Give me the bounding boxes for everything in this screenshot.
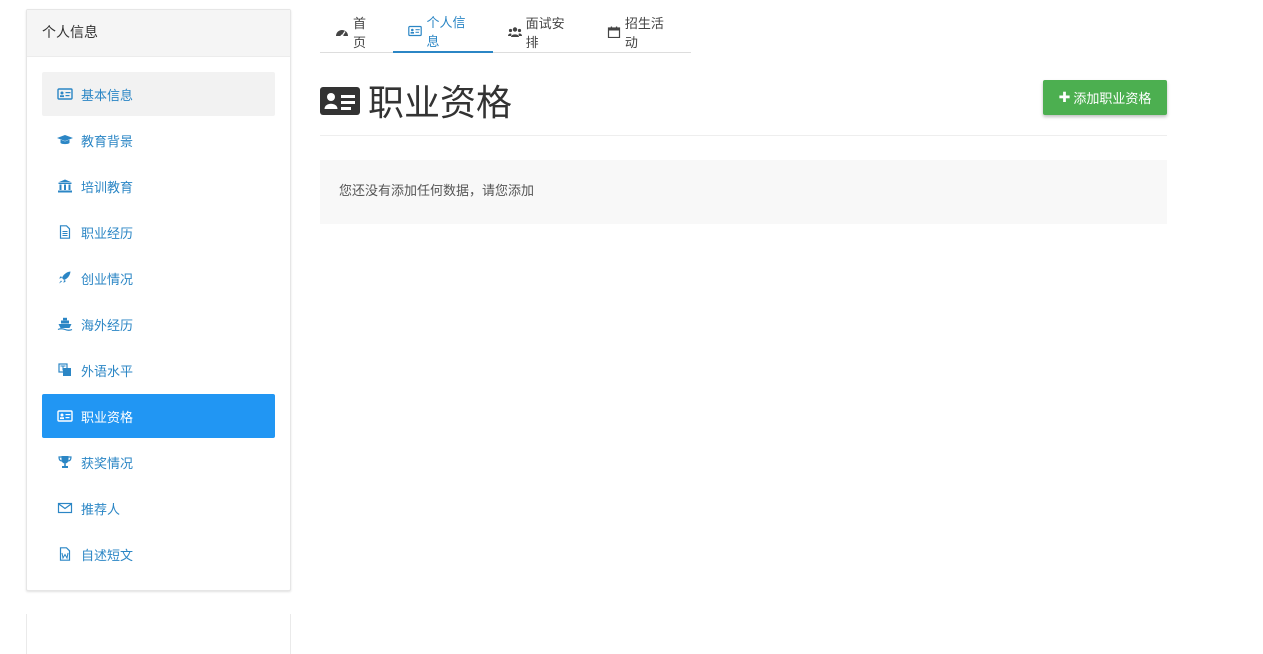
sidebar-item-language[interactable]: 外语水平: [42, 348, 275, 392]
sidebar-item-label: 获奖情况: [81, 456, 134, 472]
tab-personal-info[interactable]: 个人信息: [393, 10, 493, 53]
tab-label: 个人信息: [426, 15, 466, 50]
sidebar-item-label: 创业情况: [81, 272, 134, 288]
sidebar-item-label: 自述短文: [81, 548, 134, 564]
institution-icon: [57, 179, 73, 193]
graduation-cap-icon: [57, 133, 73, 147]
tab-interview[interactable]: 面试安排: [493, 10, 592, 53]
tab-label: 首页: [353, 16, 367, 51]
sidebar-secondary-panel: [26, 614, 291, 654]
id-card-icon: [57, 409, 73, 423]
id-card-icon: [408, 25, 423, 37]
sidebar-item-training[interactable]: 培训教育: [42, 164, 275, 208]
id-card-icon: [320, 84, 360, 116]
top-nav-tabs: 首页 个人信息 面试安排 招生活动: [320, 10, 691, 53]
sidebar-item-label: 培训教育: [81, 180, 134, 196]
sidebar-item-label: 推荐人: [81, 502, 121, 518]
page-header: 职业资格 ✚ 添加职业资格: [320, 72, 1167, 136]
sidebar-item-qualification[interactable]: 职业资格: [42, 394, 275, 438]
id-card-icon: [57, 87, 73, 101]
sidebar-item-startup[interactable]: 创业情况: [42, 256, 275, 300]
sidebar-item-label: 教育背景: [81, 134, 134, 150]
sidebar-item-basic-info[interactable]: 基本信息: [42, 72, 275, 116]
dashboard-icon: [335, 26, 349, 38]
rocket-icon: [57, 271, 73, 285]
add-button-label: 添加职业资格: [1073, 92, 1152, 107]
file-text-icon: [57, 225, 73, 239]
sidebar-menu: 基本信息 教育背景 培训教育 职业经历 创业情况 海外经历 外语水平 职业资格 …: [27, 57, 290, 576]
ship-icon: [57, 317, 73, 331]
page-title: 职业资格: [320, 74, 512, 126]
page-title-text: 职业资格: [368, 83, 513, 124]
sidebar: 个人信息 基本信息 教育背景 培训教育 职业经历 创业情况 海外经历 外语水平 …: [26, 9, 291, 591]
users-icon: [507, 26, 522, 38]
calendar-icon: [607, 26, 621, 38]
tab-home[interactable]: 首页: [320, 10, 393, 53]
sidebar-item-label: 海外经历: [81, 318, 134, 334]
envelope-icon: [57, 501, 73, 515]
tab-events[interactable]: 招生活动: [592, 10, 691, 53]
sidebar-item-referee[interactable]: 推荐人: [42, 486, 275, 530]
sidebar-header: 个人信息: [27, 10, 290, 57]
tab-label: 招生活动: [624, 16, 664, 51]
sidebar-item-education[interactable]: 教育背景: [42, 118, 275, 162]
language-icon: [57, 363, 73, 377]
sidebar-item-statement[interactable]: 自述短文: [42, 532, 275, 576]
add-qualification-button[interactable]: ✚ 添加职业资格: [1043, 80, 1167, 115]
empty-state-message: 您还没有添加任何数据，请您添加: [320, 160, 1167, 224]
sidebar-item-career[interactable]: 职业经历: [42, 210, 275, 254]
trophy-icon: [57, 455, 73, 469]
sidebar-item-label: 基本信息: [81, 88, 134, 104]
sidebar-item-overseas[interactable]: 海外经历: [42, 302, 275, 346]
plus-icon: ✚: [1058, 89, 1071, 106]
sidebar-item-label: 职业资格: [81, 410, 134, 426]
tab-label: 面试安排: [525, 16, 565, 51]
sidebar-item-label: 职业经历: [81, 226, 134, 242]
sidebar-item-awards[interactable]: 获奖情况: [42, 440, 275, 484]
file-word-icon: [57, 547, 73, 561]
sidebar-item-label: 外语水平: [81, 364, 134, 380]
